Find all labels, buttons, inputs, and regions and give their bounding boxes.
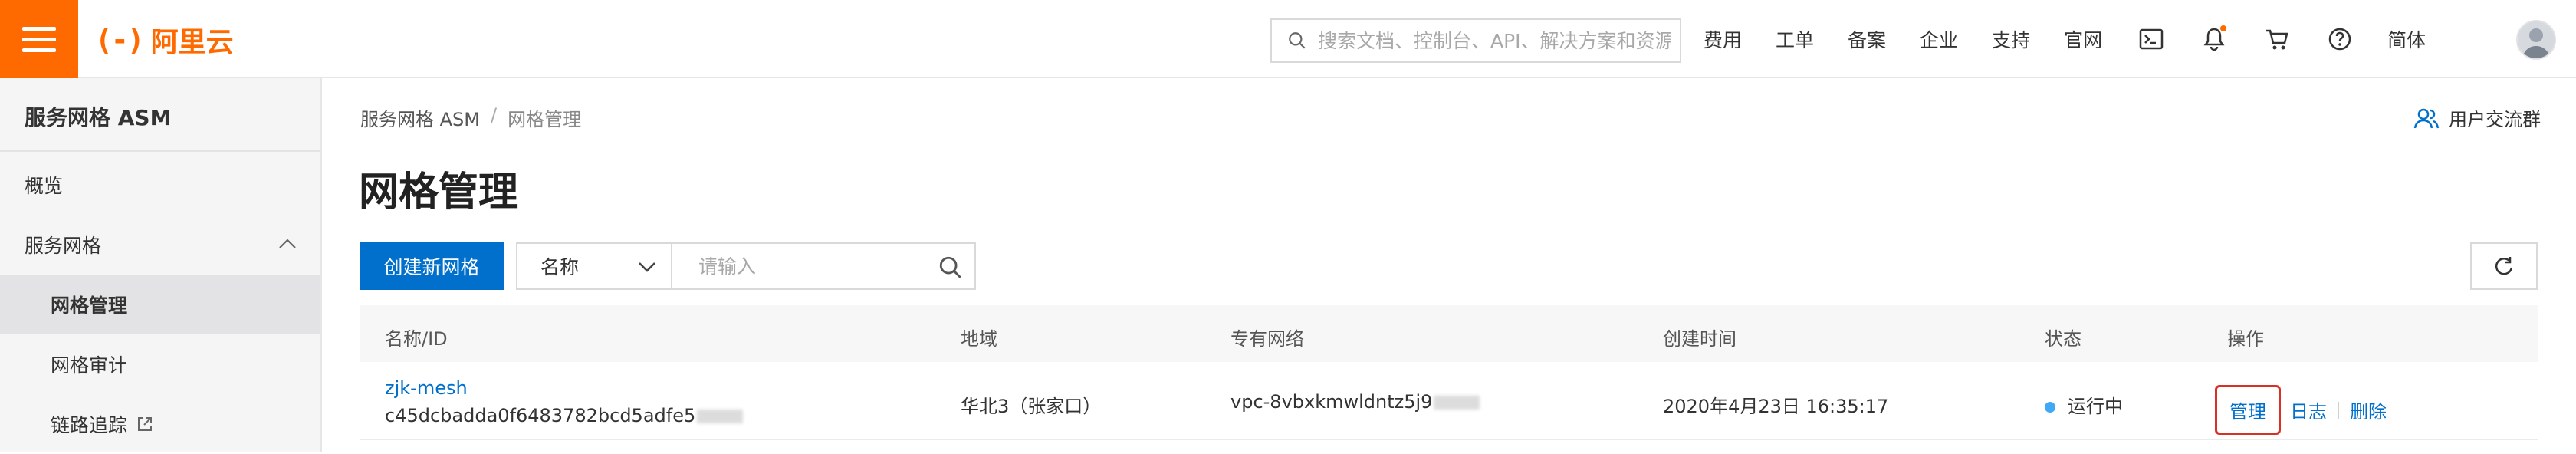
mesh-status: 运行中	[2045, 391, 2123, 418]
sidebar-item-overview[interactable]: 概览	[0, 155, 320, 215]
create-mesh-button[interactable]: 创建新网格	[360, 242, 504, 290]
top-bar: (-) 阿里云 费用 工单 备案 企业 支持 官网 简体	[0, 0, 2576, 78]
sidebar-item-label: 服务网格	[25, 235, 102, 257]
redacted-blur	[1434, 396, 1480, 410]
breadcrumb-item-current: 网格管理	[508, 109, 582, 130]
users-icon	[2413, 108, 2440, 128]
table-header: 名称/ID 地域 专有网络 创建时间 状态 操作	[360, 305, 2538, 362]
filter-input-box[interactable]	[671, 242, 976, 290]
avatar[interactable]	[2516, 20, 2556, 60]
sidebar-item-label: 网格管理	[51, 294, 128, 317]
sidebar-item-mesh-audit[interactable]: 网格审计	[0, 334, 320, 394]
sidebar-divider	[0, 150, 320, 152]
column-actions: 操作	[2227, 328, 2264, 350]
external-link-icon	[138, 417, 153, 431]
sidebar-item-tracing[interactable]: 链路追踪	[0, 394, 320, 454]
nav-website[interactable]: 官网	[2064, 25, 2102, 53]
nav-icp[interactable]: 备案	[1848, 25, 1886, 53]
chevron-down-icon	[639, 262, 656, 272]
logo[interactable]: (-) 阿里云	[95, 23, 234, 58]
filter-field-select[interactable]: 名称	[516, 242, 672, 290]
logs-action-link[interactable]: 日志	[2290, 396, 2327, 423]
mesh-vpc: vpc-8vbxkmwldntz5j9	[1230, 391, 1480, 413]
sidebar-item-label: 网格审计	[51, 354, 128, 377]
mesh-region: 华北3（张家口）	[961, 396, 1102, 417]
sidebar-item-mesh-management[interactable]: 网格管理	[0, 275, 320, 334]
nav-enterprise[interactable]: 企业	[1920, 25, 1958, 53]
refresh-button[interactable]	[2470, 242, 2538, 290]
terminal-icon[interactable]	[2136, 24, 2167, 54]
column-name-id: 名称/ID	[385, 328, 448, 350]
sidebar-title: 服务网格 ASM	[25, 105, 172, 130]
mesh-id: c45dcbadda0f6483782bcd5adfe5	[385, 405, 744, 426]
chevron-up-icon	[279, 239, 296, 248]
refresh-icon	[2495, 257, 2513, 275]
cart-icon[interactable]	[2262, 24, 2292, 54]
status-running-dot	[2045, 402, 2055, 413]
notification-dot	[2220, 25, 2227, 31]
logo-text: 阿里云	[150, 27, 234, 58]
column-created: 创建时间	[1663, 328, 1737, 350]
filter-field-value: 名称	[540, 256, 580, 278]
status-badge: 运行中	[2068, 396, 2123, 417]
delete-action-link[interactable]: 删除	[2350, 396, 2387, 423]
mesh-vpc-text: vpc-8vbxkmwldntz5j9	[1230, 391, 1433, 413]
column-vpc: 专有网络	[1230, 328, 1304, 350]
breadcrumb: 服务网格 ASM / 网格管理	[360, 104, 581, 131]
nav-support[interactable]: 支持	[1992, 25, 2030, 53]
sidebar-item-label: 概览	[25, 175, 64, 197]
breadcrumb-item-asm[interactable]: 服务网格 ASM	[360, 104, 480, 131]
mesh-id-text: c45dcbadda0f6483782bcd5adfe5	[385, 405, 696, 426]
sidebar-item-service-mesh[interactable]: 服务网格	[0, 215, 320, 275]
table-row: zjk-mesh c45dcbadda0f6483782bcd5adfe5 华北…	[360, 364, 2538, 440]
user-community-label: 用户交流群	[2449, 109, 2541, 130]
breadcrumb-separator: /	[491, 104, 498, 126]
mesh-name-link[interactable]: zjk-mesh	[385, 377, 468, 399]
column-region: 地域	[961, 328, 997, 350]
row-actions: 管理 日志 删除	[2215, 385, 2387, 435]
help-icon[interactable]	[2325, 24, 2355, 54]
sidebar-item-label: 链路追踪	[51, 414, 128, 436]
logo-mark-icon: (-)	[95, 23, 145, 57]
top-nav: 费用 工单 备案 企业 支持 官网 简体	[1704, 0, 2459, 78]
action-separator	[2338, 401, 2339, 419]
manage-action-link[interactable]: 管理	[2215, 385, 2281, 435]
redacted-blur	[697, 410, 744, 423]
mesh-created-time: 2020年4月23日 16:35:17	[1663, 396, 1889, 417]
filter-input[interactable]	[697, 254, 930, 278]
sidebar: 服务网格 ASM 概览 服务网格 网格管理 网格审计 链路追踪	[0, 78, 322, 452]
language-switch[interactable]: 简体	[2387, 25, 2426, 53]
bell-icon[interactable]	[2199, 24, 2229, 54]
search-icon	[1289, 32, 1306, 49]
column-status: 状态	[2045, 328, 2082, 350]
search-box[interactable]	[1270, 18, 1681, 63]
search-input[interactable]	[1316, 28, 1672, 53]
menu-icon[interactable]	[0, 0, 78, 78]
page-title: 网格管理	[359, 169, 519, 215]
nav-fees[interactable]: 费用	[1704, 25, 1742, 53]
search-icon[interactable]	[938, 255, 964, 281]
user-community-link[interactable]: 用户交流群	[2413, 104, 2541, 131]
nav-tickets[interactable]: 工单	[1776, 25, 1814, 53]
